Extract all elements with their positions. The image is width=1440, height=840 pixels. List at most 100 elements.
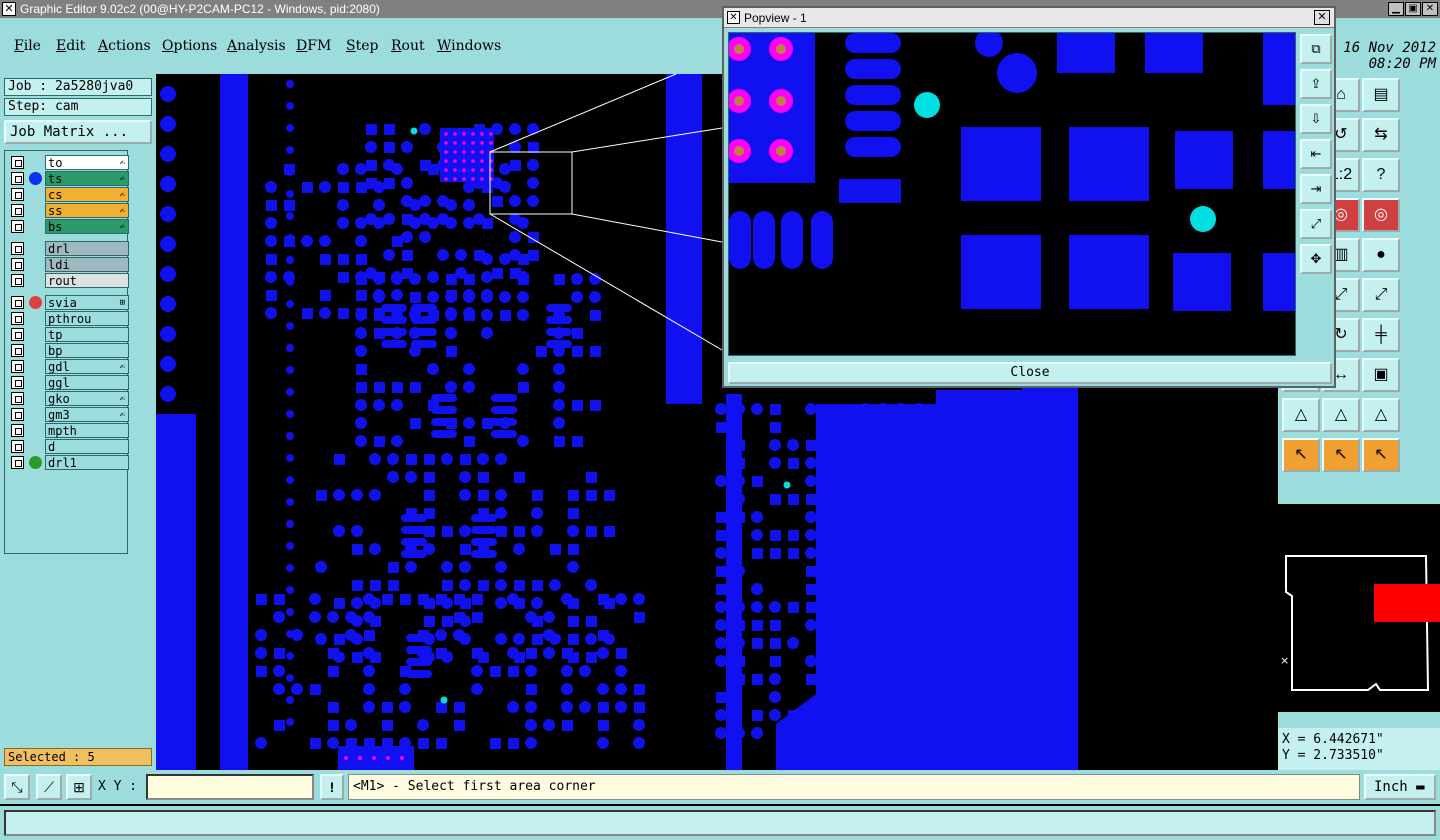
move-icon[interactable]: ✥: [1300, 244, 1332, 274]
layer-name[interactable]: ss ✍: [45, 203, 129, 218]
triangle-icon[interactable]: △: [1282, 398, 1320, 432]
pan-left-icon[interactable]: ⇤: [1300, 139, 1332, 169]
pad-icon[interactable]: ●: [1362, 238, 1400, 272]
layer-name[interactable]: drl1: [45, 455, 129, 470]
layer-row-ts[interactable]: ts ✍: [9, 171, 129, 186]
layer-checkbox[interactable]: [11, 172, 24, 185]
layer-name[interactable]: gko ✍: [45, 391, 129, 406]
zoom-icon[interactable]: ⤡: [4, 774, 30, 800]
app-icon[interactable]: ✕: [2, 2, 16, 16]
layer-row-cs[interactable]: cs ✍: [9, 187, 129, 202]
job-matrix-button[interactable]: Job Matrix ...: [4, 120, 152, 144]
overview-svg[interactable]: ×: [1278, 504, 1440, 712]
menu-rout[interactable]: Rout: [391, 38, 425, 54]
units-select[interactable]: Inch ▬: [1364, 774, 1436, 800]
expand-icon[interactable]: ⤢: [1300, 209, 1332, 239]
layer-checkbox[interactable]: [11, 456, 24, 469]
layer-row-svia[interactable]: svia ⊞: [9, 295, 129, 310]
layer-name[interactable]: ldi: [45, 257, 129, 272]
pointer-icon[interactable]: ↖: [1282, 438, 1320, 472]
layer-name[interactable]: gdl ✍: [45, 359, 129, 374]
shape-icon[interactable]: ▣: [1362, 358, 1400, 392]
layer-row-ss[interactable]: ss ✍: [9, 203, 129, 218]
snap-grid-icon[interactable]: ⊞: [66, 774, 92, 800]
layer-checkbox[interactable]: [11, 156, 24, 169]
layer-checkbox[interactable]: [11, 408, 24, 421]
layer-row-bs[interactable]: bs ✍: [9, 219, 129, 234]
layer-row-bp[interactable]: bp: [9, 343, 129, 358]
menu-step[interactable]: Step: [346, 38, 378, 54]
layer-name[interactable]: gm3 ✍: [45, 407, 129, 422]
layer-checkbox[interactable]: [11, 242, 24, 255]
layer-row-ldi[interactable]: ldi: [9, 257, 129, 272]
menu-dfm[interactable]: DFM: [296, 38, 331, 54]
layer-name[interactable]: bp: [45, 343, 129, 358]
layer-name[interactable]: rout: [45, 273, 129, 288]
layer-checkbox[interactable]: [11, 328, 24, 341]
select-icon[interactable]: ↖: [1322, 438, 1360, 472]
measure-icon[interactable]: ⟋: [36, 774, 62, 800]
pan-right-icon[interactable]: ⇥: [1300, 174, 1332, 204]
menu-actions[interactable]: Actions: [98, 38, 151, 54]
layer-checkbox[interactable]: [11, 344, 24, 357]
layer-name[interactable]: cs ✍: [45, 187, 129, 202]
popview-canvas[interactable]: [728, 32, 1296, 356]
help-icon[interactable]: ?: [1362, 158, 1400, 192]
layer-checkbox[interactable]: [11, 188, 24, 201]
layer-name[interactable]: svia ⊞: [45, 295, 129, 310]
layer-checkbox[interactable]: [11, 424, 24, 437]
layer-row-gdl[interactable]: gdl ✍: [9, 359, 129, 374]
layer-name[interactable]: tp: [45, 327, 129, 342]
layer-row-d[interactable]: d: [9, 439, 129, 454]
layer-checkbox[interactable]: [11, 220, 24, 233]
overview-map[interactable]: ×: [1278, 504, 1440, 712]
layer-row-pthrou[interactable]: pthrou: [9, 311, 129, 326]
layer-checkbox[interactable]: [11, 392, 24, 405]
mirror-icon[interactable]: ⇆: [1362, 118, 1400, 152]
layer-row-drl[interactable]: drl: [9, 241, 129, 256]
zoom-out-icon[interactable]: ⇩: [1300, 104, 1332, 134]
layer-row-mpth[interactable]: mpth: [9, 423, 129, 438]
xy-input[interactable]: [146, 774, 314, 800]
via-icon[interactable]: ◎: [1362, 198, 1400, 232]
split-icon[interactable]: ╪: [1362, 318, 1400, 352]
minimize-button[interactable]: ▁: [1388, 2, 1404, 16]
popview-close-button[interactable]: Close: [728, 362, 1332, 384]
popview-svg[interactable]: [729, 33, 1296, 356]
layer-row-gko[interactable]: gko ✍: [9, 391, 129, 406]
layer-name[interactable]: mpth: [45, 423, 129, 438]
close-window-button[interactable]: ✕: [1422, 2, 1438, 16]
layer-name[interactable]: drl: [45, 241, 129, 256]
triangle-icon[interactable]: △: [1362, 398, 1400, 432]
maximize-button[interactable]: ▣: [1405, 2, 1421, 16]
layer-checkbox[interactable]: [11, 296, 24, 309]
layer-row-tp[interactable]: tp: [9, 327, 129, 342]
popview-close-icon[interactable]: ✕: [1314, 10, 1330, 25]
layer-name[interactable]: d: [45, 439, 129, 454]
popview-icon[interactable]: ✕: [727, 11, 740, 24]
layer-name[interactable]: bs ✍: [45, 219, 129, 234]
triangle-icon[interactable]: △: [1322, 398, 1360, 432]
layer-checkbox[interactable]: [11, 360, 24, 373]
line-icon[interactable]: ⤢: [1362, 278, 1400, 312]
panel-icon[interactable]: ▤: [1362, 78, 1400, 112]
layer-checkbox[interactable]: [11, 274, 24, 287]
layer-checkbox[interactable]: [11, 204, 24, 217]
zoom-in-icon[interactable]: ⇪: [1300, 69, 1332, 99]
alert-icon[interactable]: !: [320, 774, 344, 800]
menu-windows[interactable]: Windows: [437, 38, 501, 54]
layer-name[interactable]: pthrou: [45, 311, 129, 326]
menu-analysis[interactable]: Analysis: [227, 38, 286, 54]
layer-row-drl1[interactable]: drl1: [9, 455, 129, 470]
fit-icon[interactable]: ⧉: [1300, 34, 1332, 64]
layer-row-to[interactable]: to ✍: [9, 155, 129, 170]
layer-name[interactable]: to ✍: [45, 155, 129, 170]
layer-checkbox[interactable]: [11, 258, 24, 271]
menu-file[interactable]: File: [14, 38, 41, 54]
layer-row-rout[interactable]: rout: [9, 273, 129, 288]
layer-checkbox[interactable]: [11, 376, 24, 389]
layer-checkbox[interactable]: [11, 440, 24, 453]
menu-options[interactable]: Options: [162, 38, 217, 54]
layer-name[interactable]: ggl: [45, 375, 129, 390]
layer-checkbox[interactable]: [11, 312, 24, 325]
